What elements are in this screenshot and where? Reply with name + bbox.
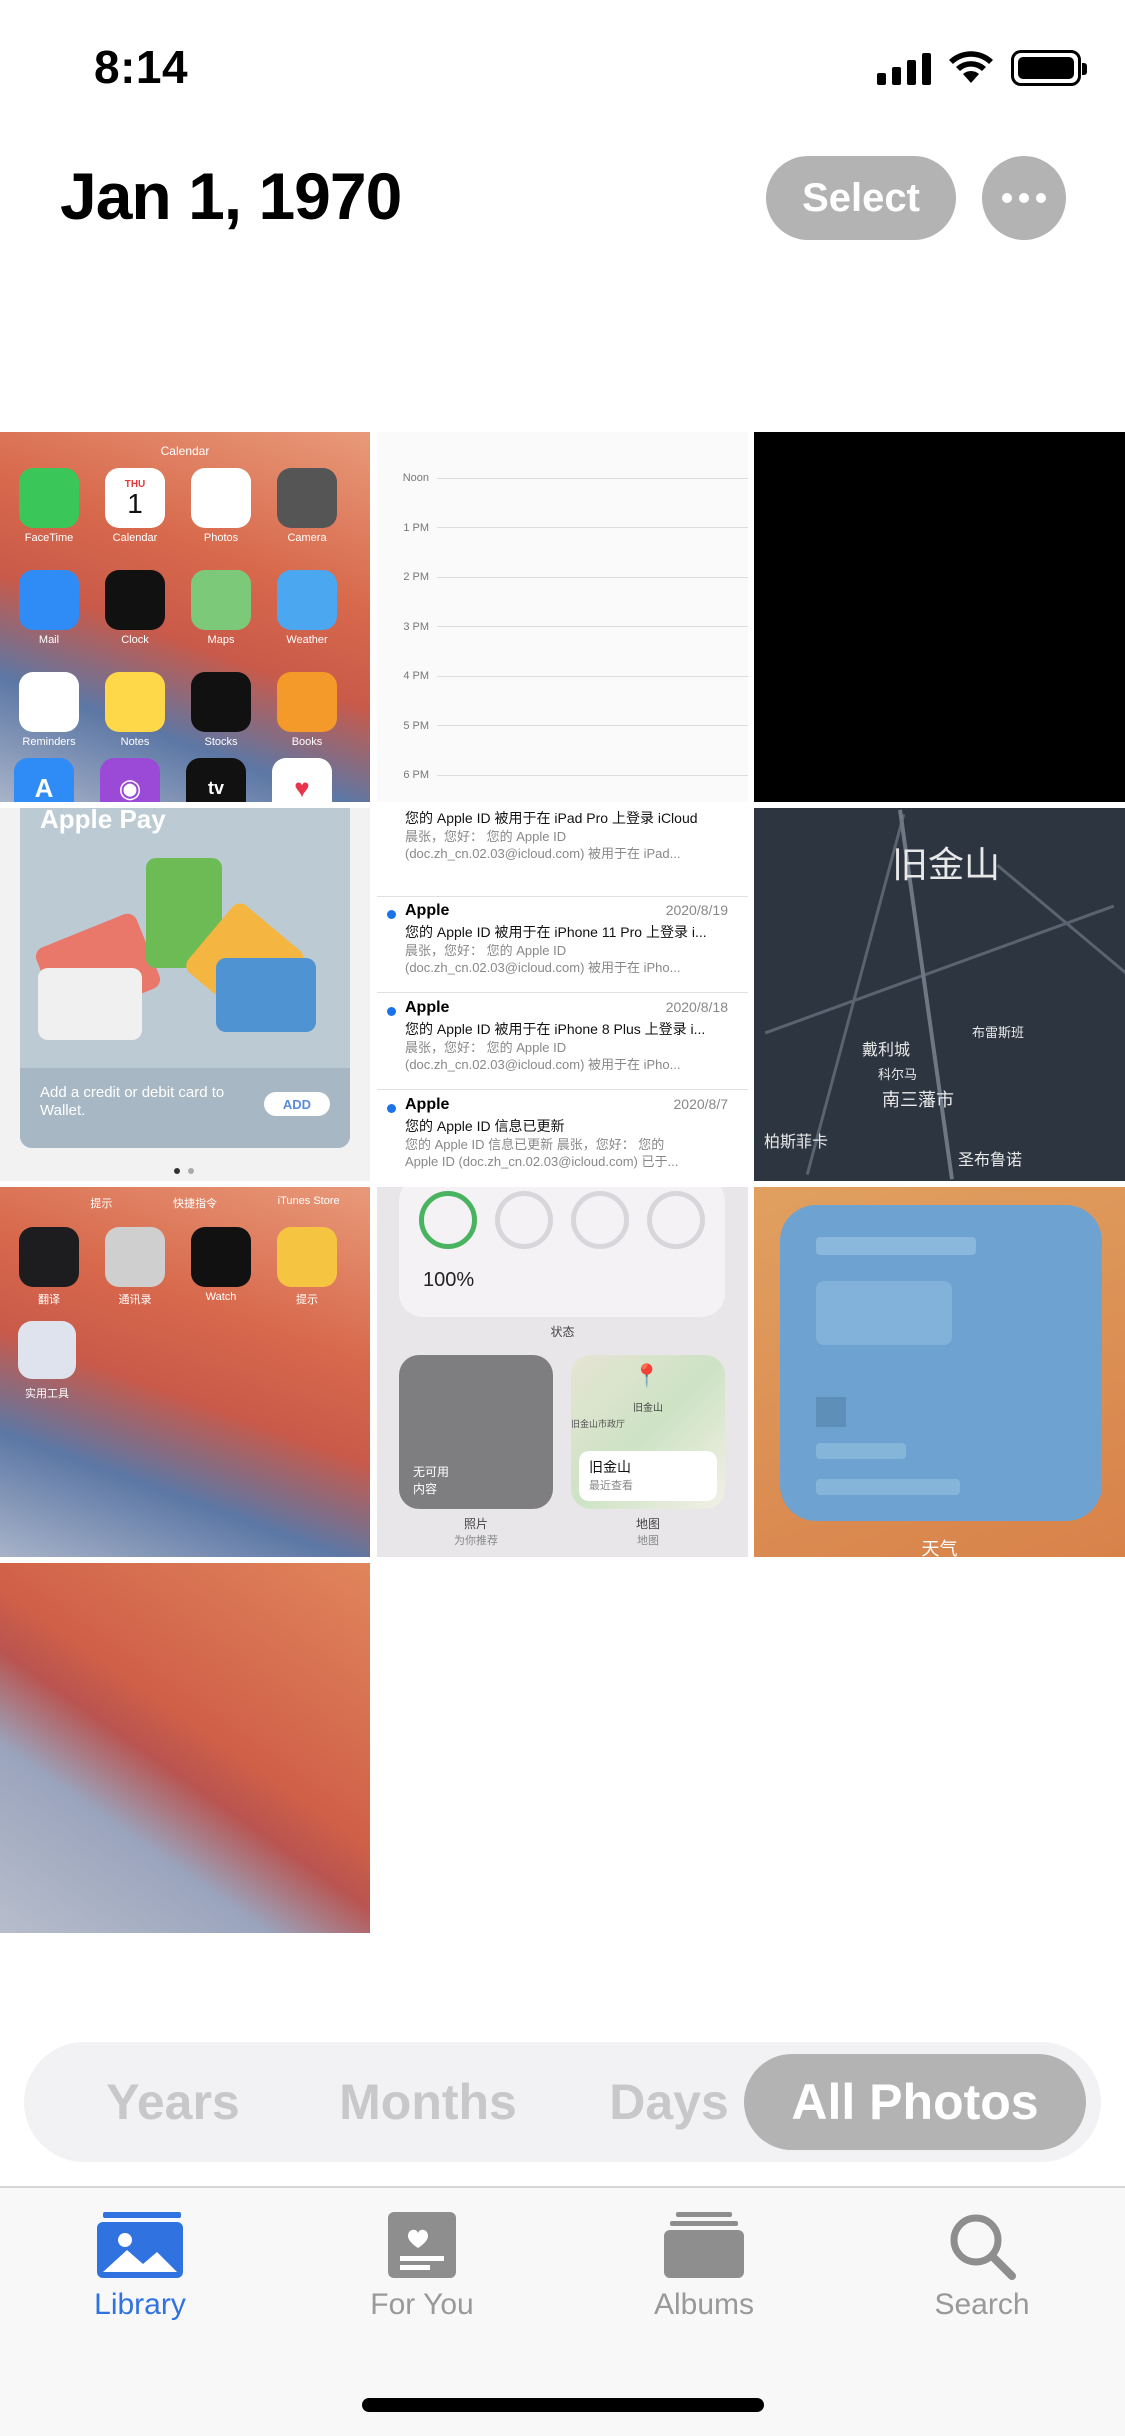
calendar-hour-row: 1 PM [391, 518, 748, 538]
app-icon [105, 672, 165, 732]
app-store-icon: A [14, 758, 74, 802]
calendar-hour-row: Noon [391, 468, 748, 488]
app-icon [277, 1227, 337, 1287]
mail-list-item: Apple 2020/8/18 您的 Apple ID 被用于在 iPhone 8 … [377, 993, 748, 1090]
tab-for-you[interactable]: For You [322, 2210, 522, 2322]
app-icon-item: Photos [186, 468, 256, 544]
photo-thumbnail-calendar[interactable]: Noon 1 PM 2 PM 3 PM 4 PM 5 PM 6 PM [377, 432, 748, 802]
for-you-icon [388, 2212, 456, 2278]
app-icon-item: 通讯录 [100, 1227, 170, 1307]
photo-thumbnail-home-screen[interactable]: Calendar FaceTime THU 1 Calendar Photos Camer… [0, 432, 370, 802]
app-icon [191, 672, 251, 732]
library-icon [97, 2212, 183, 2278]
battery-ring [419, 1191, 477, 1249]
mail-list-item: Apple 2020/8/19 您的 Apple ID 被用于在 iPhone 11… [377, 896, 748, 993]
app-icon [191, 468, 251, 528]
cellular-signal-icon [877, 51, 931, 85]
app-icon [191, 570, 251, 630]
page-dots [174, 1168, 194, 1174]
app-icon-item: FaceTime [14, 468, 84, 544]
search-icon [950, 2214, 1016, 2280]
app-icon-item: Notes [100, 672, 170, 748]
photo-thumbnail-wallpaper[interactable] [0, 1563, 370, 1933]
app-icon [277, 672, 337, 732]
segment-all-photos[interactable]: All Photos [744, 2054, 1086, 2150]
mail-list-item: Apple 2020/8/7 您的 Apple ID 信息已更新 您的 Apple I… [377, 1090, 748, 1181]
unread-dot-icon [387, 910, 396, 919]
app-icon-item: THU 1 Calendar [100, 468, 170, 544]
app-icon-item: Camera [272, 468, 342, 544]
mail-list-item: 您的 Apple ID 被用于在 iPad Pro 上登录 iCloud 晨张，您… [377, 808, 748, 897]
app-icon [19, 672, 79, 732]
more-icon [1002, 193, 1012, 203]
app-icon-item: Maps [186, 570, 256, 646]
app-icon-item: Mail [14, 570, 84, 646]
calendar-hour-row: 4 PM [391, 666, 748, 686]
battery-icon [1011, 50, 1087, 86]
calendar-hour-row: 2 PM [391, 567, 748, 587]
unread-dot-icon [387, 1007, 396, 1016]
map-title: 旧金山 [892, 844, 1001, 885]
app-icon-item: Books [272, 672, 342, 748]
app-icon-item: Watch [186, 1227, 256, 1307]
app-icon [191, 1227, 251, 1287]
albums-icon [664, 2212, 744, 2278]
card-shape [38, 968, 142, 1040]
apple-tv-icon: tv [186, 758, 246, 802]
app-icon-item: Weather [272, 570, 342, 646]
health-icon: ♥ [272, 758, 332, 802]
photo-thumbnail-folder-screen[interactable]: 提示 快捷指令 iTunes Store 翻译 通讯录 Watch 提示 实用工具 [0, 1187, 370, 1557]
app-icon [19, 468, 79, 528]
segment-months[interactable]: Months [298, 2054, 558, 2150]
app-icon [105, 1227, 165, 1287]
app-icon-item: 提示 [272, 1227, 342, 1307]
app-icon [19, 1227, 79, 1287]
podcasts-icon: ◉ [100, 758, 160, 802]
view-segmented-control: Years Months Days All Photos [24, 2042, 1101, 2162]
page-title: Jan 1, 1970 [60, 159, 402, 233]
app-icon [19, 570, 79, 630]
status-time: 8:14 [94, 41, 189, 93]
app-icon-item: Reminders [14, 672, 84, 748]
home-indicator [362, 2398, 764, 2412]
photo-thumbnail-apple-pay[interactable]: Apple Pay Add a credit or debit card to … [0, 808, 370, 1181]
app-icon-item: 翻译 [14, 1227, 84, 1307]
status-icons [877, 48, 1087, 88]
pin-icon: 📍 [633, 1363, 661, 1388]
tab-search[interactable]: Search [882, 2210, 1082, 2322]
status-bar: 8:14 [0, 0, 1125, 132]
app-icon-item: Clock [100, 570, 170, 646]
app-icon [277, 570, 337, 630]
app-icon [277, 468, 337, 528]
calendar-hour-row: 6 PM [391, 765, 748, 785]
segment-years[interactable]: Years [48, 2054, 298, 2150]
select-button[interactable]: Select [766, 156, 956, 240]
unread-dot-icon [387, 1104, 396, 1113]
photo-thumbnail-weather[interactable]: 天气 [754, 1187, 1125, 1557]
folder-icon [18, 1321, 76, 1379]
app-icon [105, 570, 165, 630]
card-shape [216, 958, 316, 1032]
photo-thumbnail-map[interactable]: 旧金山 戴利城 布雷斯班 科尔马 南三藩市 柏斯菲卡 圣布鲁诺 [754, 808, 1125, 1181]
more-button[interactable] [982, 156, 1066, 240]
home-app-grid: FaceTime THU 1 Calendar Photos Camera Mail Cloc… [14, 468, 342, 748]
tab-albums[interactable]: Albums [604, 2210, 804, 2322]
wifi-icon [949, 51, 993, 83]
photo-thumbnail-mail[interactable]: 您的 Apple ID 被用于在 iPad Pro 上登录 iCloud 晨张，您… [377, 808, 748, 1181]
app-icon: THU 1 [105, 468, 165, 528]
photo-thumbnail-widgets[interactable]: 100% 状态 无可用 内容 📍 旧金山 旧金山市政厅 旧金山 最近查看 照片为… [377, 1187, 748, 1557]
calendar-hour-row: 3 PM [391, 617, 748, 637]
segment-days[interactable]: Days [564, 2054, 774, 2150]
tab-library[interactable]: Library [40, 2210, 240, 2322]
photo-thumbnail-black[interactable] [754, 432, 1125, 802]
calendar-hour-row: 5 PM [391, 716, 748, 736]
app-icon-item: Stocks [186, 672, 256, 748]
